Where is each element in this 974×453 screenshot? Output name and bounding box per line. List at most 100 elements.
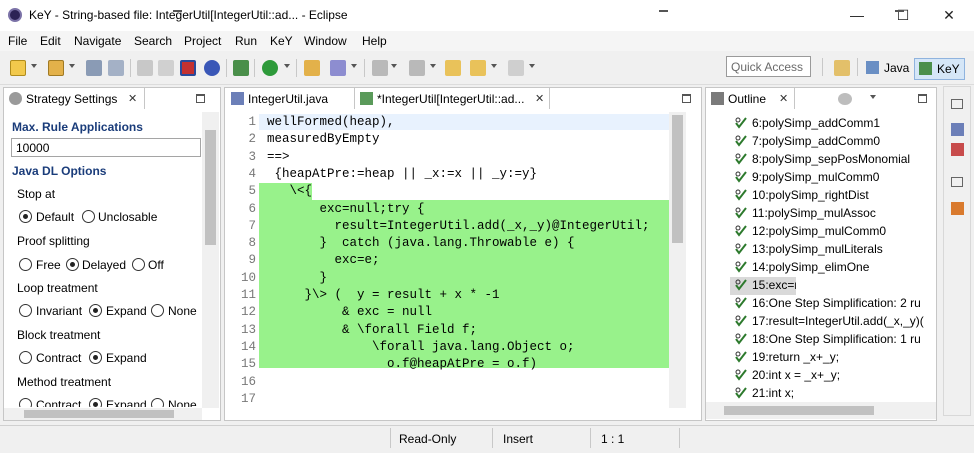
- strategy-hscrollbar[interactable]: [4, 408, 202, 420]
- minimize-button[interactable]: —: [834, 2, 880, 28]
- outline-item[interactable]: 9:polySimp_mulComm0: [734, 169, 934, 187]
- outline-item[interactable]: 19:return _x+_y;: [734, 349, 934, 367]
- minimize-outline-icon[interactable]: [895, 10, 904, 12]
- menu-window[interactable]: Window: [304, 34, 347, 48]
- problems-icon[interactable]: [951, 143, 964, 156]
- new-package-icon[interactable]: [48, 60, 64, 76]
- run-icon[interactable]: [262, 60, 278, 76]
- outline-item[interactable]: 11:polySimp_mulAssoc: [734, 205, 934, 223]
- proof-splitting-delayed-radio[interactable]: [66, 258, 79, 271]
- outline-item[interactable]: 7:polySimp_addComm0: [734, 133, 934, 151]
- save-all-icon[interactable]: [108, 60, 124, 76]
- outline-item[interactable]: 6:polySimp_addComm1: [734, 115, 934, 133]
- maximize-button[interactable]: ☐: [880, 2, 926, 28]
- close-icon[interactable]: ✕: [779, 92, 788, 105]
- back-icon[interactable]: [470, 60, 486, 76]
- menu-navigate[interactable]: Navigate: [74, 34, 121, 48]
- maximize-outline-icon[interactable]: [918, 94, 927, 103]
- restore-icon[interactable]: [951, 99, 963, 109]
- menu-file[interactable]: File: [8, 34, 27, 48]
- run-disabled-icon[interactable]: [137, 60, 153, 76]
- proof-splitting-off-radio[interactable]: [132, 258, 145, 271]
- outline-item[interactable]: 14:polySimp_elimOne: [734, 259, 934, 277]
- restore-icon[interactable]: [951, 177, 963, 187]
- outline-item[interactable]: 20:int x = _x+_y;: [734, 367, 934, 385]
- menu-help[interactable]: Help: [362, 34, 387, 48]
- editor-scroll-thumb[interactable]: [672, 115, 683, 243]
- proof-splitting-free-radio[interactable]: [19, 258, 32, 271]
- menu-search[interactable]: Search: [134, 34, 172, 48]
- stop-at-default-radio[interactable]: [19, 210, 32, 223]
- menu-edit[interactable]: Edit: [40, 34, 61, 48]
- maximize-editor-icon[interactable]: [682, 94, 691, 103]
- menu-run[interactable]: Run: [235, 34, 257, 48]
- tab-strategy-settings[interactable]: Strategy Settings ✕: [3, 87, 145, 109]
- previous-annotation-dropdown-icon[interactable]: [430, 64, 436, 68]
- open-perspective-icon[interactable]: [834, 60, 850, 76]
- line-number: 15: [240, 357, 256, 372]
- search-icon[interactable]: [330, 60, 346, 76]
- view-menu-icon[interactable]: [870, 95, 876, 99]
- outline-item[interactable]: 21:int x;: [734, 385, 934, 403]
- close-icon[interactable]: ✕: [128, 92, 137, 105]
- menu-key[interactable]: KeY: [270, 34, 293, 48]
- forward-icon[interactable]: [508, 60, 524, 76]
- run-dropdown-icon[interactable]: [284, 64, 290, 68]
- close-button[interactable]: ✕: [926, 2, 972, 28]
- loop-none-radio[interactable]: [151, 304, 164, 317]
- strategy-scrollbar[interactable]: [202, 112, 219, 408]
- perspective-key[interactable]: KeY: [914, 58, 965, 80]
- new-package-dropdown-icon[interactable]: [69, 64, 75, 68]
- outline-item[interactable]: 16:One Step Simplification: 2 ru: [734, 295, 934, 313]
- step-disabled-icon[interactable]: [158, 60, 174, 76]
- perspective-java[interactable]: Java: [862, 58, 913, 80]
- block-expand-radio[interactable]: [89, 351, 102, 364]
- hierarchy-icon[interactable]: [951, 202, 964, 215]
- stop-at-unclosable-radio[interactable]: [82, 210, 95, 223]
- outline-item[interactable]: 17:result=IntegerUtil.add(_x,_y)(: [734, 313, 934, 331]
- search-dropdown-icon[interactable]: [351, 64, 357, 68]
- quick-access-input[interactable]: Quick Access: [726, 56, 811, 77]
- key-proof-icon[interactable]: [233, 60, 249, 76]
- forward-dropdown-icon[interactable]: [529, 64, 535, 68]
- outline-item[interactable]: 18:One Step Simplification: 1 ru: [734, 331, 934, 349]
- previous-annotation-icon[interactable]: [409, 60, 425, 76]
- back-dropdown-icon[interactable]: [491, 64, 497, 68]
- outline-options-icon[interactable]: [838, 93, 852, 105]
- next-annotation-dropdown-icon[interactable]: [391, 64, 397, 68]
- outline-hscroll-thumb[interactable]: [724, 406, 874, 415]
- maximize-view-icon[interactable]: [196, 94, 205, 103]
- skip-breakpoints-icon[interactable]: [180, 60, 196, 76]
- max-rule-input[interactable]: 10000: [11, 138, 201, 157]
- minimize-view-icon[interactable]: [173, 10, 182, 12]
- close-icon[interactable]: ✕: [535, 92, 544, 105]
- save-icon[interactable]: [86, 60, 102, 76]
- minimize-editor-icon[interactable]: [659, 10, 668, 12]
- editor-scrollbar[interactable]: [669, 112, 686, 408]
- method-none-radio[interactable]: [151, 398, 164, 407]
- block-contract-radio[interactable]: [19, 351, 32, 364]
- method-contract-radio[interactable]: [19, 398, 32, 407]
- strategy-scroll-thumb[interactable]: [205, 130, 216, 245]
- outline-item[interactable]: 12:polySimp_mulComm0: [734, 223, 934, 241]
- outline-item[interactable]: 10:polySimp_rightDist: [734, 187, 934, 205]
- outline-item[interactable]: 15:exc=null;: [730, 277, 796, 295]
- new-dropdown-icon[interactable]: [31, 64, 37, 68]
- outline-item[interactable]: 13:polySimp_mulLiterals: [734, 241, 934, 259]
- menu-project[interactable]: Project: [184, 34, 221, 48]
- method-expand-radio[interactable]: [89, 398, 102, 407]
- last-edit-location-icon[interactable]: [445, 60, 461, 76]
- loop-invariant-radio[interactable]: [19, 304, 32, 317]
- next-annotation-icon[interactable]: [372, 60, 388, 76]
- properties-icon[interactable]: [951, 123, 964, 136]
- tab-integerutil-proof[interactable]: *IntegerUtil[IntegerUtil::ad... ✕: [354, 87, 550, 109]
- strategy-hscroll-thumb[interactable]: [24, 410, 174, 418]
- loop-expand-radio[interactable]: [89, 304, 102, 317]
- outline-hscrollbar[interactable]: [706, 402, 936, 419]
- tab-integerutil-java[interactable]: IntegerUtil.java: [226, 88, 354, 110]
- settings-gear-icon[interactable]: [204, 60, 220, 76]
- open-type-icon[interactable]: [304, 60, 320, 76]
- new-icon[interactable]: [10, 60, 26, 76]
- tab-outline[interactable]: Outline ✕: [705, 87, 795, 109]
- outline-item[interactable]: 8:polySimp_sepPosMonomial: [734, 151, 934, 169]
